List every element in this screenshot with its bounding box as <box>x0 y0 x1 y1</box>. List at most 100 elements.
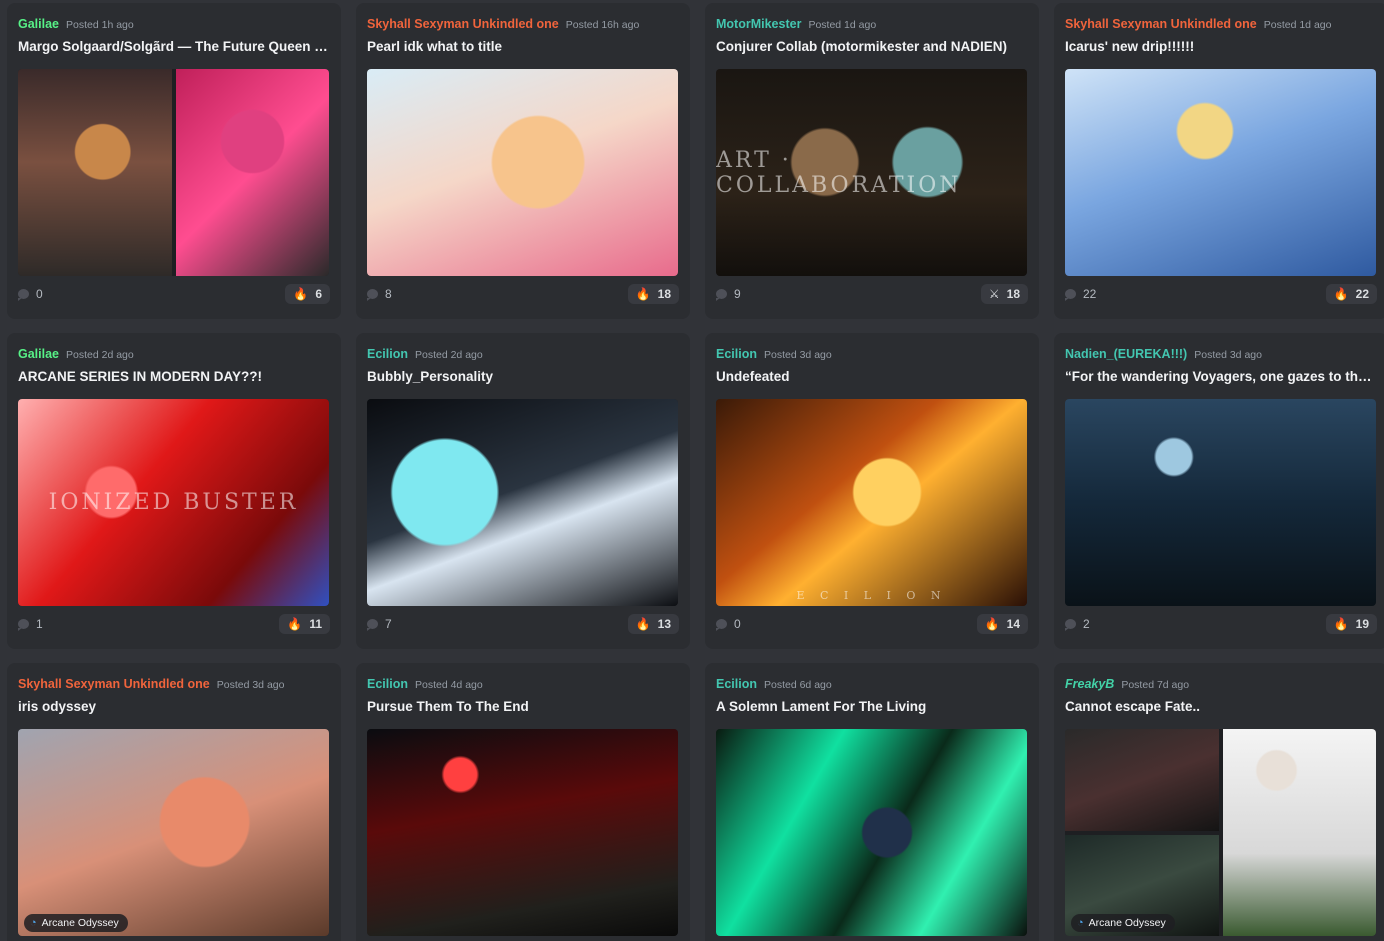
post-footer: 1 🔥 11 <box>18 614 330 634</box>
post-media[interactable]: ART · COLLABORATION <box>716 69 1027 276</box>
post-timestamp: Posted 3d ago <box>216 679 285 691</box>
post-media[interactable] <box>716 729 1027 936</box>
post-title[interactable]: Icarus' new drip!!!!!! <box>1065 39 1377 57</box>
artwork-image: ART · COLLABORATION <box>716 69 1027 276</box>
reaction-count: 14 <box>1006 617 1020 631</box>
comment-count: 22 <box>1065 287 1096 301</box>
forum-post-card[interactable]: Galilae Posted 1h ago Margo Solgaard/Sol… <box>7 3 341 319</box>
forum-post-card[interactable]: Skyhall Sexyman Unkindled one Posted 1d … <box>1054 3 1384 319</box>
post-meta: Ecilion Posted 3d ago <box>716 347 1028 364</box>
post-author[interactable]: Galilae <box>18 17 59 31</box>
comment-count: 0 <box>716 617 741 631</box>
post-title[interactable]: Pearl idk what to title <box>367 39 679 57</box>
reaction-count: 13 <box>657 617 671 631</box>
post-author[interactable]: Nadien_(EUREKA!!!) <box>1065 347 1187 361</box>
post-author[interactable]: Skyhall Sexyman Unkindled one <box>367 17 559 31</box>
artwork-image <box>1065 69 1376 276</box>
post-media[interactable] <box>18 69 329 276</box>
post-title[interactable]: Cannot escape Fate.. <box>1065 699 1377 717</box>
fire-emoji-icon: 🔥 <box>1333 617 1349 631</box>
post-author[interactable]: Skyhall Sexyman Unkindled one <box>1065 17 1257 31</box>
post-title[interactable]: Pursue Them To The End <box>367 699 679 717</box>
post-author[interactable]: Galilae <box>18 347 59 361</box>
artwork-image <box>367 399 678 606</box>
post-footer: 22 🔥 22 <box>1065 284 1377 304</box>
fire-emoji-icon: 🔥 <box>984 617 1000 631</box>
reaction-button[interactable]: 🔥 18 <box>627 284 679 304</box>
forum-post-card[interactable]: Ecilion Posted 6d ago A Solemn Lament Fo… <box>705 663 1039 941</box>
reaction-count: 18 <box>1006 287 1020 301</box>
post-author[interactable]: Ecilion <box>367 347 408 361</box>
post-meta: Ecilion Posted 6d ago <box>716 677 1028 694</box>
post-author[interactable]: Skyhall Sexyman Unkindled one <box>18 677 210 691</box>
forum-post-card[interactable]: Ecilion Posted 3d ago Undefeated E C I L… <box>705 333 1039 649</box>
post-media[interactable] <box>367 399 678 606</box>
post-title[interactable]: ARCANE SERIES IN MODERN DAY??! <box>18 369 330 387</box>
forum-tag[interactable]: ◔ Arcane Odyssey <box>1071 914 1175 932</box>
reaction-count: 22 <box>1355 287 1369 301</box>
post-title[interactable]: Margo Solgaard/Solgãrd — The Future Quee… <box>18 39 330 57</box>
post-media[interactable] <box>367 69 678 276</box>
fire-emoji-icon: 🔥 <box>293 287 309 301</box>
reaction-button[interactable]: 🔥 11 <box>279 614 330 634</box>
forum-post-card[interactable]: Skyhall Sexyman Unkindled one Posted 3d … <box>7 663 341 941</box>
forum-post-card[interactable]: MotorMikester Posted 1d ago Conjurer Col… <box>705 3 1039 319</box>
forum-post-card[interactable]: Skyhall Sexyman Unkindled one Posted 16h… <box>356 3 690 319</box>
post-author[interactable]: FreakyB <box>1065 677 1114 691</box>
post-title[interactable]: “For the wandering Voyagers, one gazes t… <box>1065 369 1377 387</box>
comment-bubble-icon <box>1065 289 1076 301</box>
forum-tag[interactable]: ◔ Arcane Odyssey <box>24 914 128 932</box>
post-footer: 2 🔥 19 <box>1065 614 1377 634</box>
reaction-button[interactable]: 🔥 14 <box>976 614 1028 634</box>
forum-post-card[interactable]: Galilae Posted 2d ago ARCANE SERIES IN M… <box>7 333 341 649</box>
artwork-signature: E C I L I O N <box>796 589 947 602</box>
forum-post-card[interactable]: Ecilion Posted 4d ago Pursue Them To The… <box>356 663 690 941</box>
artwork-image <box>1065 399 1376 606</box>
forum-post-card[interactable]: Nadien_(EUREKA!!!) Posted 3d ago “For th… <box>1054 333 1384 649</box>
reaction-count: 6 <box>315 287 322 301</box>
reaction-button[interactable]: ⚔ 18 <box>980 284 1028 304</box>
reaction-button[interactable]: 🔥 13 <box>627 614 679 634</box>
reaction-button[interactable]: 🔥 22 <box>1325 284 1377 304</box>
comment-count: 8 <box>367 287 392 301</box>
post-author[interactable]: Ecilion <box>367 677 408 691</box>
artwork-lettering: IONIZED BUSTER <box>48 490 299 515</box>
comment-bubble-icon <box>716 619 727 631</box>
post-media[interactable]: ◔ Arcane Odyssey <box>18 729 329 936</box>
post-title[interactable]: Bubbly_Personality <box>367 369 679 387</box>
post-title[interactable]: A Solemn Lament For The Living <box>716 699 1028 717</box>
post-footer: 7 🔥 13 <box>367 614 679 634</box>
post-author[interactable]: MotorMikester <box>716 17 801 31</box>
forum-post-grid: Galilae Posted 1h ago Margo Solgaard/Sol… <box>7 3 1384 941</box>
post-author[interactable]: Ecilion <box>716 347 757 361</box>
post-meta: Ecilion Posted 4d ago <box>367 677 679 694</box>
forum-post-card[interactable]: FreakyB Posted 7d ago Cannot escape Fate… <box>1054 663 1384 941</box>
artwork-image <box>18 729 329 936</box>
post-media[interactable] <box>367 729 678 936</box>
artwork-image: E C I L I O N <box>716 399 1027 606</box>
post-title[interactable]: Conjurer Collab (motormikester and NADIE… <box>716 39 1028 57</box>
crossed-swords-emoji-icon: ⚔ <box>988 287 1000 301</box>
reaction-button[interactable]: 🔥 6 <box>285 284 330 304</box>
reaction-count: 11 <box>309 617 322 631</box>
forum-post-card[interactable]: Ecilion Posted 2d ago Bubbly_Personality… <box>356 333 690 649</box>
post-media[interactable]: IONIZED BUSTER <box>18 399 329 606</box>
post-timestamp: Posted 4d ago <box>414 679 483 691</box>
reaction-button[interactable]: 🔥 19 <box>1325 614 1377 634</box>
comment-count: 7 <box>367 617 392 631</box>
post-footer: 0 🔥 14 <box>716 614 1028 634</box>
post-title[interactable]: iris odyssey <box>18 699 330 717</box>
post-title[interactable]: Undefeated <box>716 369 1028 387</box>
post-meta: Galilae Posted 2d ago <box>18 347 330 364</box>
post-media[interactable] <box>1065 69 1376 276</box>
post-media[interactable] <box>1065 399 1376 606</box>
forum-tag-label: Arcane Odyssey <box>41 917 119 929</box>
post-author[interactable]: Ecilion <box>716 677 757 691</box>
fire-emoji-icon: 🔥 <box>635 287 651 301</box>
post-media[interactable]: ◔ Arcane Odyssey <box>1065 729 1376 936</box>
post-meta: Skyhall Sexyman Unkindled one Posted 16h… <box>367 17 679 34</box>
comment-count: 1 <box>18 617 43 631</box>
post-timestamp: Posted 3d ago <box>763 349 832 361</box>
post-timestamp: Posted 16h ago <box>565 19 640 31</box>
post-media[interactable]: E C I L I O N <box>716 399 1027 606</box>
